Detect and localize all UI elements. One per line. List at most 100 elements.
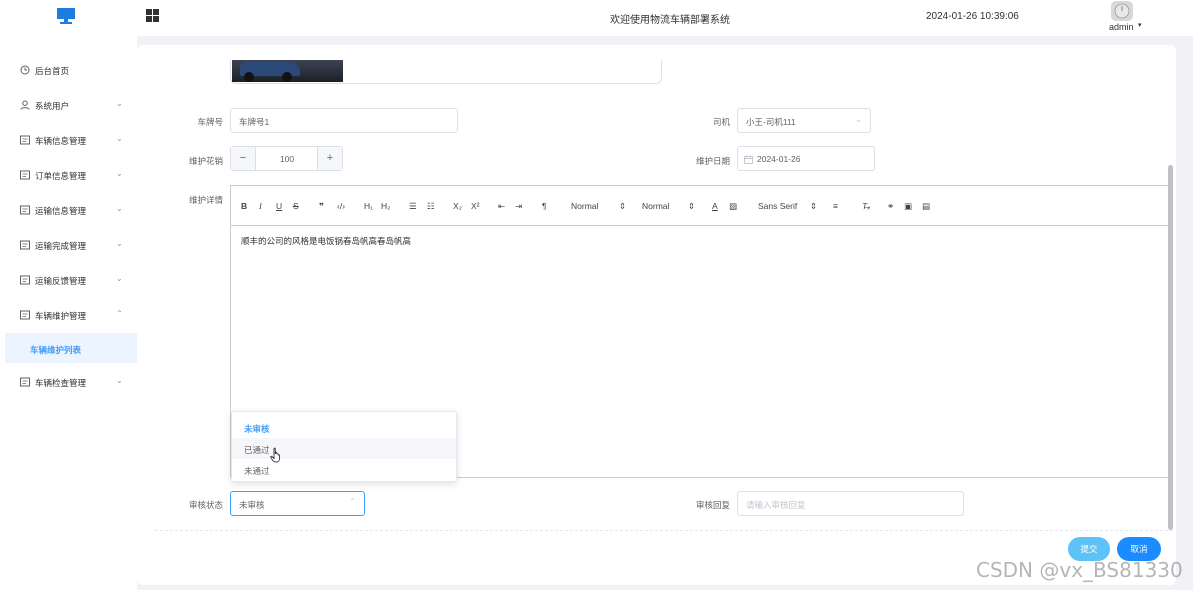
scrollbar-thumb[interactable] — [1168, 165, 1173, 530]
reply-label: 审核回复 — [695, 500, 730, 510]
date-picker[interactable]: 2024-01-26 — [737, 146, 875, 171]
background-color-icon[interactable]: ▨ — [729, 201, 737, 212]
sidebar: 后台首页 系统用户 ⌄ 车辆信息管理 ⌄ 订单信息管理 ⌄ 运输信息管理 ⌄ 运… — [0, 36, 137, 590]
align-icon[interactable]: ≡ — [833, 201, 838, 211]
chevron-down-icon: ⌄ — [116, 274, 123, 283]
header-select[interactable]: Normal — [571, 201, 598, 211]
heading-1-button[interactable]: H₁ — [364, 201, 373, 211]
size-select[interactable]: Normal — [642, 201, 669, 211]
italic-button[interactable]: I — [259, 201, 262, 211]
image-icon[interactable]: ▣ — [904, 201, 912, 212]
user-menu-name[interactable]: admin — [1109, 22, 1134, 32]
sidebar-item-label: 系统用户 — [35, 101, 70, 111]
clear-format-icon[interactable]: T̶ₓ — [862, 201, 870, 211]
pointer-cursor-icon — [270, 447, 280, 463]
sidebar-item-transport-info[interactable]: 运输信息管理 ⌄ — [0, 195, 137, 225]
sidebar-item-label: 车辆检查管理 — [35, 378, 87, 388]
ordered-list-icon[interactable]: ☰ — [409, 201, 417, 212]
plate-input[interactable]: 车牌号1 — [230, 108, 458, 133]
header-select-caret-icon: ⇕ — [619, 201, 627, 211]
sidebar-item-label: 车辆维护管理 — [35, 311, 87, 321]
chevron-up-icon: ⌃ — [349, 497, 356, 506]
status-dropdown-menu: 未审核 已通过 未通过 — [231, 411, 457, 482]
sidebar-item-users[interactable]: 系统用户 ⌄ — [0, 90, 137, 120]
driver-label: 司机 — [712, 117, 730, 127]
indent-icon[interactable]: ⇥ — [515, 201, 522, 212]
font-select[interactable]: Sans Serif — [758, 201, 797, 211]
increment-button[interactable]: + — [317, 147, 342, 170]
list-icon — [20, 377, 30, 387]
user-menu-caret-icon[interactable]: ▾ — [1138, 21, 1142, 29]
sidebar-item-transport-feedback[interactable]: 运输反馈管理 ⌄ — [0, 265, 137, 295]
sidebar-subitem-maintenance-list[interactable]: 车辆维护列表 — [5, 333, 137, 363]
date-label: 维护日期 — [695, 156, 730, 166]
detail-label: 维护详情 — [188, 195, 223, 205]
status-option-pending[interactable]: 未审核 — [232, 417, 456, 438]
editor-content[interactable]: 顺丰的公司的风格是电饭锅春岛帆高春岛帆高 — [241, 235, 411, 247]
underline-button[interactable]: U — [276, 201, 282, 211]
status-value: 未审核 — [239, 500, 265, 510]
cost-stepper[interactable]: − 100 + — [230, 146, 343, 171]
font-color-icon[interactable]: A — [712, 201, 718, 211]
sidebar-item-vehicle-maintenance[interactable]: 车辆维护管理 ⌃ — [0, 300, 137, 330]
heading-2-button[interactable]: H₂ — [381, 201, 390, 211]
current-datetime: 2024-01-26 10:39:06 — [926, 11, 1019, 22]
top-header: 欢迎使用物流车辆部署系统 2024-01-26 10:39:06 admin ▾ — [0, 0, 1193, 36]
chevron-down-icon: ⌄ — [855, 115, 862, 124]
calendar-icon — [744, 155, 753, 164]
user-avatar[interactable] — [1111, 1, 1133, 21]
plate-label: 车牌号 — [197, 117, 223, 127]
decrement-button[interactable]: − — [231, 147, 256, 170]
driver-select[interactable]: 小王-司机111 ⌄ — [737, 108, 871, 133]
clock-icon — [20, 65, 30, 75]
apps-grid-icon[interactable] — [146, 9, 159, 22]
form-divider — [155, 530, 1173, 531]
sidebar-item-label: 订单信息管理 — [35, 171, 87, 181]
sidebar-item-transport-complete[interactable]: 运输完成管理 ⌄ — [0, 230, 137, 260]
sidebar-item-label: 运输反馈管理 — [35, 276, 87, 286]
plate-value: 车牌号1 — [239, 117, 270, 127]
list-icon — [20, 205, 30, 215]
link-icon[interactable]: ⚭ — [887, 201, 894, 212]
blockquote-icon[interactable]: ❞ — [319, 201, 324, 212]
driver-value: 小王-司机111 — [746, 117, 796, 127]
code-block-icon[interactable]: ‹/› — [337, 201, 345, 211]
sidebar-item-label: 车辆信息管理 — [35, 136, 87, 146]
status-select[interactable]: 未审核 ⌃ — [230, 491, 365, 516]
bullet-list-icon[interactable]: ☷ — [427, 201, 435, 212]
sidebar-item-label: 后台首页 — [35, 66, 70, 76]
monitor-logo-icon[interactable] — [56, 7, 76, 25]
status-option-approved[interactable]: 已通过 — [232, 438, 456, 459]
chevron-down-icon: ⌄ — [116, 169, 123, 178]
outdent-icon[interactable]: ⇤ — [498, 201, 505, 212]
chevron-up-icon: ⌃ — [116, 309, 123, 318]
chevron-down-icon: ⌄ — [116, 239, 123, 248]
chevron-down-icon: ⌄ — [116, 99, 123, 108]
watermark: CSDN @vx_BS81330 — [976, 558, 1183, 582]
strike-button[interactable]: S — [293, 201, 299, 211]
chevron-down-icon: ⌄ — [116, 134, 123, 143]
cost-value[interactable]: 100 — [257, 154, 317, 164]
chevron-down-icon: ⌄ — [116, 376, 123, 385]
sidebar-subitem-label: 车辆维护列表 — [30, 345, 82, 355]
superscript-button[interactable]: X² — [471, 201, 480, 211]
sidebar-item-vehicle-inspection[interactable]: 车辆检查管理 ⌄ — [0, 367, 137, 397]
sidebar-item-home[interactable]: 后台首页 — [0, 55, 137, 85]
text-direction-icon[interactable]: ¶ — [542, 201, 547, 211]
cost-label: 维护花销 — [188, 156, 223, 166]
sidebar-item-order-info[interactable]: 订单信息管理 ⌄ — [0, 160, 137, 190]
app-title: 欢迎使用物流车辆部署系统 — [610, 15, 730, 26]
sidebar-item-label: 运输信息管理 — [35, 206, 87, 216]
status-option-rejected[interactable]: 未通过 — [232, 459, 456, 480]
video-icon[interactable]: ▤ — [922, 201, 930, 212]
subscript-button[interactable]: X₂ — [453, 201, 462, 211]
bold-button[interactable]: B — [241, 201, 247, 211]
vehicle-photo — [232, 60, 343, 82]
reply-input[interactable]: 请输入审核回复 — [737, 491, 964, 516]
size-select-caret-icon: ⇕ — [688, 201, 696, 211]
date-value: 2024-01-26 — [757, 154, 801, 164]
reply-placeholder: 请输入审核回复 — [746, 500, 806, 510]
sidebar-item-vehicle-info[interactable]: 车辆信息管理 ⌄ — [0, 125, 137, 155]
font-select-caret-icon: ⇕ — [810, 201, 818, 211]
list-icon — [20, 170, 30, 180]
